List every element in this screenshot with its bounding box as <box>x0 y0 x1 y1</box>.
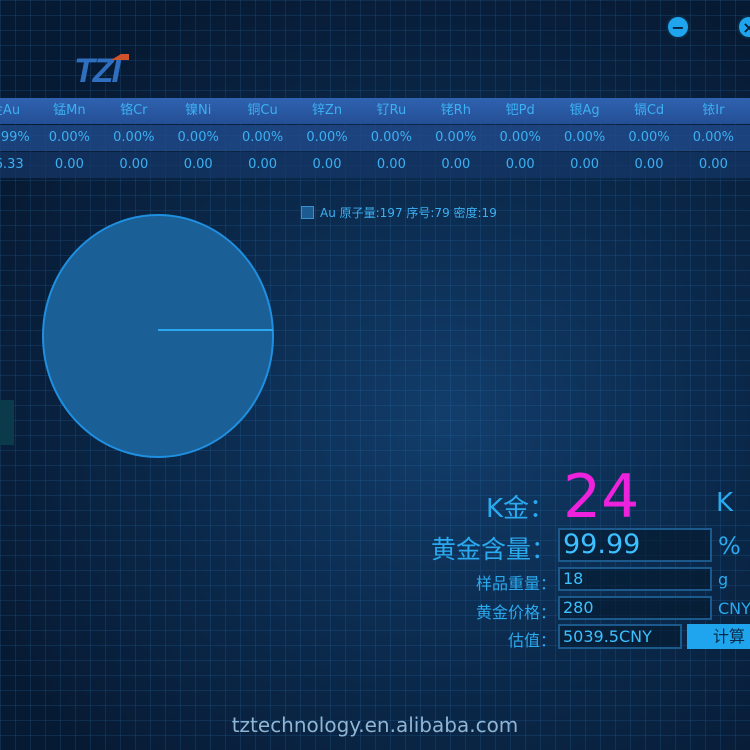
price-unit: CNY <box>718 599 750 618</box>
purity-label: 黄金含量： <box>430 535 556 564</box>
price-label: 黄金价格： <box>475 603 556 622</box>
purity-field[interactable]: 99.99 <box>558 528 712 562</box>
estimate-label: 估值： <box>507 631 556 650</box>
element-percent-cell: 0.00% <box>370 130 413 145</box>
pie-chart <box>42 214 274 458</box>
karat-unit: K <box>716 488 734 518</box>
chart-legend: Au 原子量:197 序号:79 密度:19 <box>301 204 497 221</box>
element-header-cell: 锌Zn <box>311 103 343 118</box>
minus-circle-icon: − <box>671 17 685 37</box>
footer-watermark: tztechnology.en.alibaba.com <box>231 713 519 737</box>
element-percent-cell: 0.00% <box>692 130 735 145</box>
karat-label: K金： <box>485 494 555 524</box>
element-value-cell: 0.00 <box>570 157 600 172</box>
element-value-cell: 0.00 <box>698 157 728 172</box>
legend-swatch <box>301 206 314 219</box>
price-field[interactable]: 280 <box>558 596 712 620</box>
element-value-cell: 0.00 <box>505 157 535 172</box>
element-header-cell: 镉Cd <box>633 103 665 118</box>
element-percent-cell: 0.00% <box>306 130 348 145</box>
pie-slice-au <box>42 214 274 458</box>
element-percent-cell: 0.00% <box>435 130 477 145</box>
element-value-cell: 0.00 <box>312 157 342 172</box>
element-header-cell: 铑Rh <box>440 103 471 118</box>
element-header-cell: 银Ag <box>569 103 600 118</box>
element-header-cell: 铱Ir <box>702 103 725 118</box>
purity-unit: % <box>718 532 741 560</box>
minimize-button[interactable]: − <box>666 15 690 39</box>
karat-value: 24 <box>563 462 640 532</box>
element-header-cell: 钌Ru <box>376 103 407 118</box>
element-value-cell: 0.00 <box>376 157 406 172</box>
side-panel-tab[interactable] <box>0 400 14 445</box>
calculate-button[interactable]: 计算 <box>687 624 750 649</box>
weight-field[interactable]: 18 <box>558 567 712 591</box>
element-percent-cell: 0.00% <box>499 130 541 145</box>
element-percent-cell: 0.00% <box>628 130 670 145</box>
legend-text: Au 原子量:197 序号:79 密度:19 <box>320 206 497 220</box>
element-value-cell: 0.00 <box>441 157 471 172</box>
element-header-cell: 钯Pd <box>505 103 535 118</box>
weight-unit: g <box>718 570 729 589</box>
close-circle-icon: × <box>742 17 750 37</box>
weight-label: 样品重量： <box>475 574 556 593</box>
element-percent-cell: 0.00% <box>563 130 606 145</box>
close-button[interactable]: × <box>737 15 750 39</box>
estimate-field: 5039.5CNY <box>558 624 682 649</box>
element-value-cell: 0.00 <box>634 157 664 172</box>
